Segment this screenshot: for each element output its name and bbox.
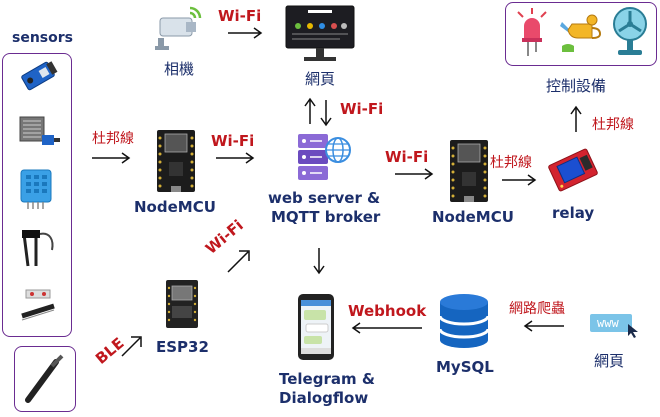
dupont-label-relay-control: 杜邦線: [592, 117, 634, 133]
sensors-title: sensors: [12, 30, 73, 46]
ir-sensor-icon: [21, 61, 58, 91]
led-icon: [517, 8, 547, 56]
dht-sensor-icon: [20, 169, 52, 209]
nodemcu-right-icon: [450, 140, 488, 202]
nodemcu-left-label: NodeMCU: [134, 198, 216, 216]
arrow-web-to-mysql: [523, 320, 564, 332]
soil-moisture-sensor-icon: [25, 354, 64, 403]
arrow-camera-to-web: [228, 27, 263, 39]
relay-icon: [548, 148, 598, 192]
telegram-label-line2: Dialogflow: [279, 389, 369, 407]
webhook-label: Webhook: [348, 302, 427, 320]
arrow-esp32-to-broker: [227, 250, 250, 273]
cursor-icon: [628, 324, 638, 338]
soil-probe-icon: [22, 230, 54, 267]
dupont-label-mcu2-relay: 杜邦線: [490, 155, 532, 171]
esp32-label: ESP32: [156, 338, 209, 356]
dupont-label-sensors-mcu1: 杜邦線: [92, 131, 134, 147]
webpage-bottom-label: 網頁: [594, 352, 625, 370]
camera-icon: [155, 6, 202, 50]
webpage-monitor-icon: [285, 5, 355, 61]
esp32-icon: [166, 280, 198, 328]
wifi-label-camera: Wi-Fi: [218, 7, 262, 25]
server-icon: [298, 134, 351, 180]
arrow-mcu1-to-broker: [216, 152, 255, 164]
cable-probe-icon: [21, 289, 55, 321]
camera-label: 相機: [164, 60, 195, 78]
webpage-top-label: 網頁: [305, 70, 336, 88]
relay-label: relay: [552, 204, 595, 222]
arrow-web-broker-updown: [304, 97, 332, 127]
arrow-mysql-to-telegram: [351, 322, 422, 334]
arrow-mcu2-to-relay: [502, 174, 537, 186]
telegram-label-line1: Telegram &: [279, 370, 375, 388]
arrow-soil-to-esp32: [121, 336, 142, 357]
wifi-label-mcu1-broker: Wi-Fi: [211, 132, 255, 150]
database-icon: [438, 294, 490, 348]
control-devices-label: 控制設備: [546, 77, 607, 95]
mysql-label: MySQL: [436, 358, 494, 376]
rain-sensor-icon: [19, 116, 60, 145]
watering-can-icon: [560, 14, 602, 52]
crawler-label: 網路爬蟲: [509, 301, 565, 317]
nodemcu-left-icon: [157, 130, 195, 192]
fan-icon: [613, 7, 647, 55]
wifi-label-web-broker: Wi-Fi: [340, 100, 384, 118]
arrow-sensors-to-mcu1: [92, 152, 131, 164]
nodemcu-right-label: NodeMCU: [432, 208, 514, 226]
arrow-broker-to-telegram: [313, 248, 325, 275]
wifi-label-broker-mcu2: Wi-Fi: [385, 148, 429, 166]
broker-label-line1: web server &: [268, 189, 381, 207]
broker-label-line2: MQTT broker: [271, 208, 381, 226]
arrow-relay-to-control: [570, 105, 582, 132]
arrow-broker-to-mcu2: [395, 168, 434, 180]
www-text: www: [597, 316, 619, 330]
telegram-phone-icon: [298, 294, 334, 360]
